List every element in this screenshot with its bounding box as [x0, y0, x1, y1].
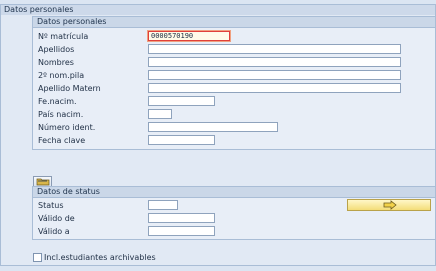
apellido-materno-input[interactable]	[148, 83, 401, 93]
label-fecha-clave: Fecha clave	[38, 136, 86, 145]
label-matricula: Nº matrícula	[38, 32, 89, 41]
apellidos-input[interactable]	[148, 44, 401, 54]
valido-de-input[interactable]	[148, 213, 215, 223]
label-status: Status	[38, 201, 64, 210]
valido-a-input[interactable]	[148, 226, 215, 236]
label-nombres: Nombres	[38, 58, 74, 67]
fecha-clave-input[interactable]	[148, 135, 215, 145]
personal-data-header: Datos personales	[33, 17, 435, 28]
label-fecha-nacimiento: Fe.nacim.	[38, 97, 77, 106]
label-valido-de: Válido de	[38, 214, 75, 223]
label-segundo-nombre: 2º nom.pila	[38, 71, 85, 80]
archive-students-label: Incl.estudiantes archivables	[44, 253, 156, 262]
segundo-nombre-input[interactable]	[148, 70, 401, 80]
fecha-nacimiento-input[interactable]	[148, 96, 215, 106]
outer-title: Datos personales	[1, 5, 435, 15]
label-numero-ident: Número ident.	[38, 123, 96, 132]
numero-ident-input[interactable]	[148, 122, 278, 132]
label-apellidos: Apellidos	[38, 45, 75, 54]
arrow-right-icon	[383, 200, 397, 210]
status-header: Datos de status	[33, 187, 435, 198]
execute-button[interactable]	[347, 199, 431, 211]
nombres-input[interactable]	[148, 57, 401, 67]
label-apellido-materno: Apellido Matern	[38, 84, 101, 93]
pais-nacimiento-input[interactable]	[148, 109, 172, 119]
label-valido-a: Válido a	[38, 227, 70, 236]
status-input[interactable]	[148, 200, 178, 210]
matricula-input[interactable]: 0000570190	[147, 30, 231, 42]
folder-icon	[36, 178, 50, 186]
archive-students-checkbox[interactable]	[33, 253, 42, 262]
label-pais-nacimiento: País nacim.	[38, 110, 84, 119]
